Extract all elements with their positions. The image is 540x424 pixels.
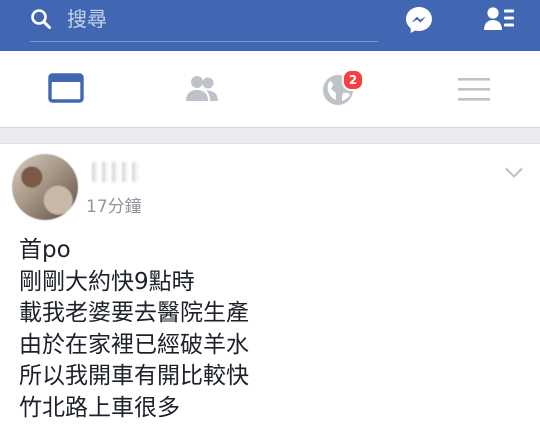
top-bar: 搜尋	[0, 0, 540, 51]
search-underline	[30, 41, 378, 42]
avatar[interactable]	[12, 154, 78, 220]
notification-count-badge: 2	[342, 69, 364, 91]
post-timestamp[interactable]: 17分鐘	[86, 196, 142, 218]
chevron-down-icon[interactable]	[505, 167, 523, 179]
post-text-line: 載我老婆要去醫院生產	[19, 298, 519, 330]
search-icon[interactable]	[30, 8, 52, 30]
messenger-icon[interactable]	[404, 5, 434, 35]
post-text-line: 竹北路上車很多	[19, 393, 519, 424]
hamburger-menu-icon	[454, 69, 494, 109]
feed-post: 17分鐘 首po 剛剛大約快9點時 載我老婆要去醫院生產 由於在家裡已經破羊水 …	[0, 143, 540, 424]
post-text-line: 由於在家裡已經破羊水	[19, 330, 519, 362]
search-input[interactable]: 搜尋	[67, 6, 107, 32]
post-text-line: 首po	[19, 235, 519, 267]
news-feed-icon	[46, 69, 86, 109]
post-text-line: 所以我開車有開比較快	[19, 361, 519, 393]
tab-friends[interactable]	[182, 69, 222, 109]
post-author-name[interactable]	[88, 162, 138, 182]
tab-menu[interactable]	[454, 69, 494, 109]
tab-bar	[0, 51, 540, 128]
post-text: 首po 剛剛大約快9點時 載我老婆要去醫院生產 由於在家裡已經破羊水 所以我開車…	[19, 235, 519, 424]
post-text-line: 剛剛大約快9點時	[19, 267, 519, 299]
tab-news-feed[interactable]	[46, 69, 86, 109]
friends-icon	[182, 69, 222, 109]
friend-requests-icon[interactable]	[484, 6, 516, 34]
